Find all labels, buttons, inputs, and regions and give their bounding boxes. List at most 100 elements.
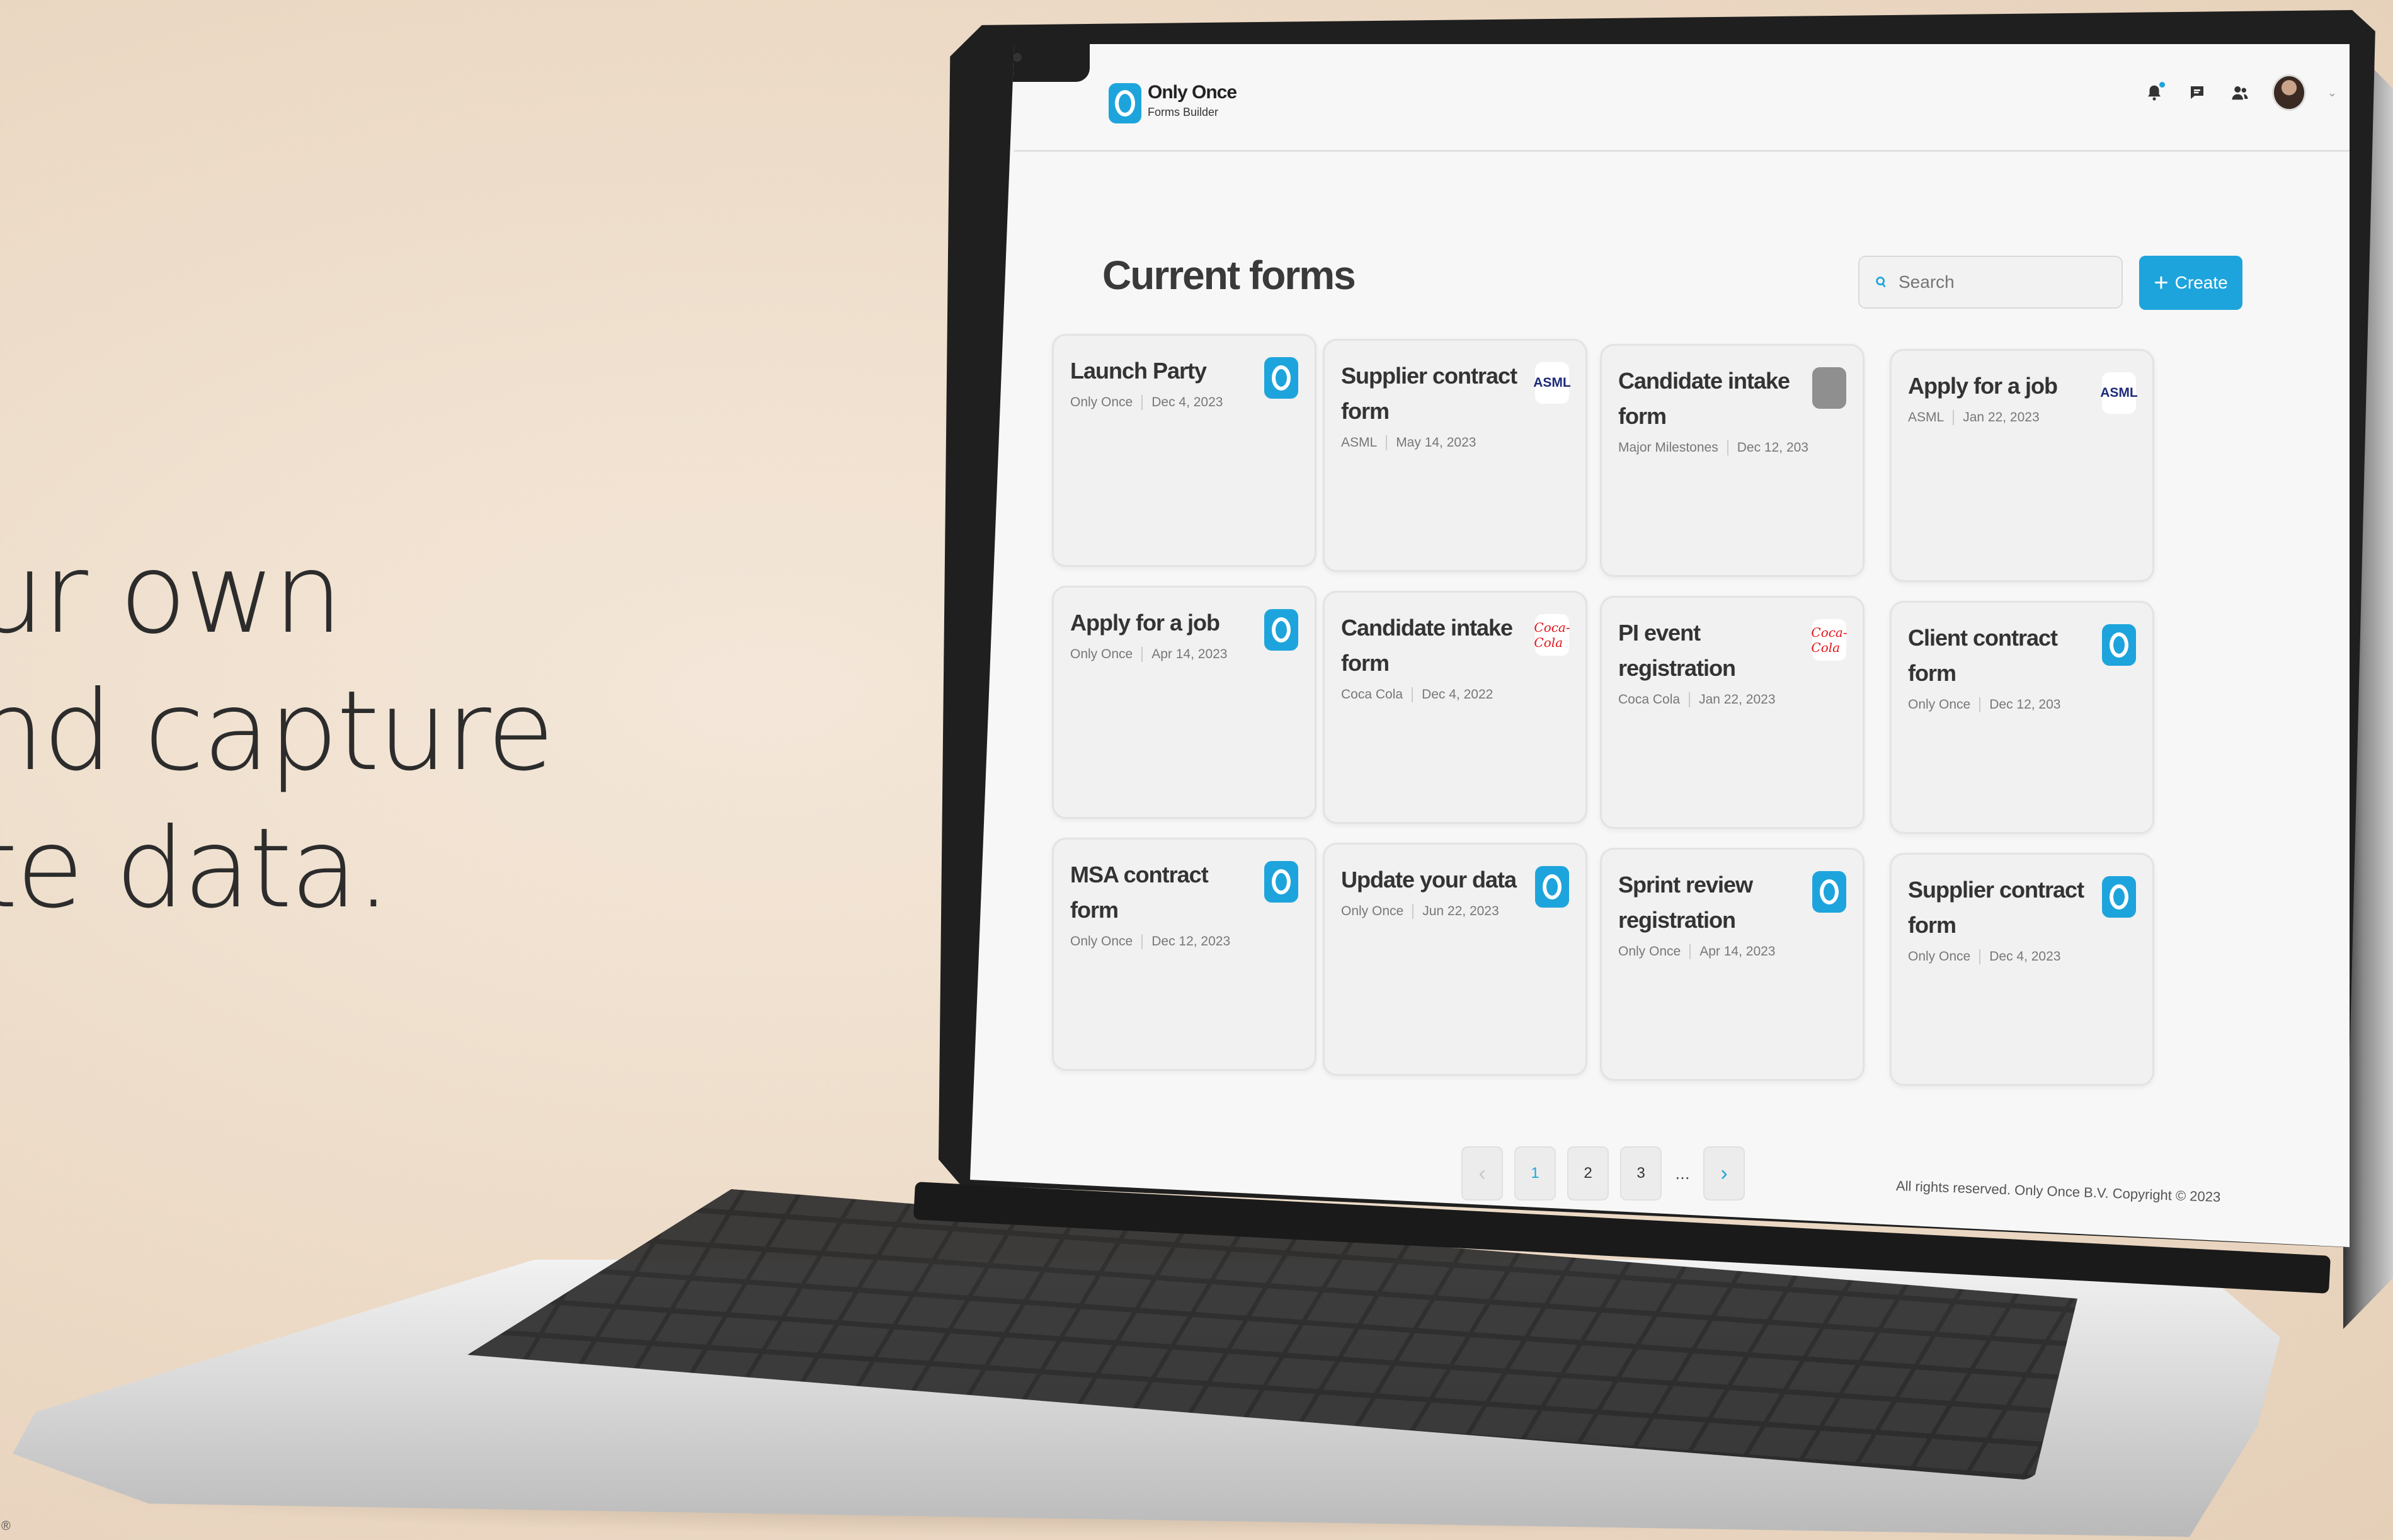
form-card-org: Only Once: [1070, 647, 1133, 661]
pagination-ellipsis: ...: [1675, 1163, 1690, 1183]
form-card[interactable]: Apply for a job Only Once Apr 14, 2023: [1052, 586, 1316, 819]
form-card-meta: Only Once Apr 14, 2023: [1070, 647, 1298, 662]
meta-divider: [1979, 949, 1981, 964]
form-card-meta: Only Once Dec 12, 203: [1908, 697, 2136, 712]
form-card[interactable]: Sprint review registration Only Once Apr 1…: [1600, 848, 1865, 1081]
brand-logo-icon[interactable]: [1109, 83, 1141, 123]
onlyonce-logo-icon: [1264, 357, 1298, 399]
tagline-line-2: nd capture: [0, 668, 554, 796]
form-card-org: Only Once: [1070, 934, 1133, 949]
form-card-date: Dec 12, 203: [1737, 440, 1808, 455]
chat-icon[interactable]: [2186, 82, 2208, 103]
tagline-line-1: ur own: [0, 530, 343, 658]
form-card-org: Only Once: [1908, 697, 1971, 712]
form-card-date: Dec 4, 2022: [1422, 687, 1493, 702]
meta-divider: [1386, 435, 1388, 450]
tagline-line-3: te data.: [0, 805, 391, 933]
form-card-meta: Only Once Dec 4, 2023: [1070, 395, 1298, 410]
chevron-down-icon[interactable]: ⌄: [2327, 86, 2337, 100]
onlyonce-logo-icon: [1264, 861, 1298, 903]
form-card[interactable]: MSA contract form Only Once Dec 12, 2023: [1052, 838, 1316, 1071]
form-card-title: Supplier contract form: [1908, 877, 2084, 938]
form-card-org: Only Once: [1618, 944, 1681, 959]
form-card-org: Coca Cola: [1618, 692, 1681, 707]
form-card-date: Jun 22, 2023: [1422, 904, 1499, 918]
users-icon[interactable]: [2229, 82, 2251, 103]
form-card-title: Update your data: [1341, 867, 1517, 893]
meta-divider: [1979, 697, 1981, 712]
form-card[interactable]: Update your data Only Once Jun 22, 2023: [1323, 843, 1587, 1076]
form-card-meta: Coca Cola Dec 4, 2022: [1341, 687, 1569, 702]
meta-divider: [1953, 410, 1955, 425]
form-card-meta: Only Once Apr 14, 2023: [1618, 944, 1846, 959]
form-card-title: PI event registration: [1618, 620, 1736, 681]
form-card-org: Coca Cola: [1341, 687, 1403, 702]
form-card-meta: Only Once Jun 22, 2023: [1341, 904, 1569, 919]
footer-copyright: All rights reserved. Only Once B.V. Copy…: [1895, 1178, 2221, 1205]
form-card-org: Major Milestones: [1618, 440, 1718, 455]
onlyonce-logo-icon: [2102, 624, 2136, 666]
meta-divider: [1727, 440, 1728, 455]
form-card[interactable]: Launch Party Only Once Dec 4, 2023: [1052, 334, 1316, 567]
form-card-org: Only Once: [1070, 395, 1133, 409]
notification-dot: [2159, 82, 2165, 88]
header-actions: ⌄: [2144, 74, 2337, 111]
search-input[interactable]: [1897, 271, 2114, 293]
form-card-title: Apply for a job: [1070, 610, 1220, 636]
form-card[interactable]: Candidate intake form Major Milestones Dec…: [1600, 344, 1865, 577]
meta-divider: [1689, 692, 1691, 707]
onlyonce-logo-icon: [1812, 871, 1846, 913]
form-card-date: Apr 14, 2023: [1699, 944, 1776, 959]
form-card-title: Candidate intake form: [1341, 615, 1513, 676]
form-card-date: Dec 4, 2023: [1989, 949, 2061, 964]
page-title: Current forms: [1102, 253, 1356, 298]
search-box[interactable]: [1858, 256, 2123, 309]
cocacola-logo: Coca-Cola: [1811, 619, 1848, 661]
search-icon: [1876, 277, 1886, 288]
form-card-title: Apply for a job: [1908, 373, 2058, 399]
create-button[interactable]: + Create: [2139, 256, 2242, 310]
form-card-title: Supplier contract form: [1341, 363, 1517, 424]
create-button-label: Create: [2174, 273, 2228, 292]
form-card-org: ASML: [1908, 410, 1945, 425]
brand-subtitle: Forms Builder: [1148, 106, 1219, 118]
prev-page-icon[interactable]: ‹: [1461, 1146, 1503, 1201]
majormilestones-logo-icon: [1812, 367, 1846, 409]
page-3-button[interactable]: 3: [1620, 1146, 1662, 1201]
form-card-meta: ASML Jan 22, 2023: [1908, 410, 2136, 425]
form-card[interactable]: Candidate intake form Coca Cola Dec 4, 202…: [1323, 591, 1587, 824]
bell-icon[interactable]: [2144, 82, 2165, 103]
form-card-title: Client contract form: [1908, 625, 2058, 686]
form-card-meta: ASML May 14, 2023: [1341, 435, 1569, 450]
app-header: Only Once Forms Builder ⌄: [1014, 44, 2350, 152]
brand-name: Only Once: [1148, 82, 1237, 103]
form-card[interactable]: Supplier contract form ASML May 14, 2023 AS…: [1323, 339, 1587, 572]
form-card-title: Sprint review registration: [1618, 872, 1753, 933]
meta-divider: [1412, 904, 1414, 919]
avatar[interactable]: [2271, 74, 2306, 111]
registered-mark: ®: [1, 1519, 11, 1533]
meta-divider: [1141, 395, 1143, 410]
page-2-button[interactable]: 2: [1567, 1146, 1609, 1201]
plus-icon: +: [2154, 269, 2169, 297]
asml-logo: ASML: [1533, 362, 1571, 404]
form-card-title: Launch Party: [1070, 358, 1207, 384]
onlyonce-logo-icon: [1264, 609, 1298, 651]
form-card-date: Jan 22, 2023: [1963, 410, 2040, 425]
form-card[interactable]: PI event registration Coca Cola Jan 22, 20…: [1600, 596, 1865, 829]
form-card[interactable]: Apply for a job ASML Jan 22, 2023 ASML: [1890, 349, 2154, 582]
form-card-meta: Major Milestones Dec 12, 203: [1618, 440, 1846, 455]
page-1-button[interactable]: 1: [1514, 1146, 1556, 1201]
form-card[interactable]: Client contract form Only Once Dec 12, 203: [1890, 601, 2154, 834]
laptop-screen: Only Once Forms Builder ⌄ Current forms …: [970, 44, 2350, 1247]
form-card-date: Jan 22, 2023: [1699, 692, 1776, 707]
form-card[interactable]: Supplier contract form Only Once Dec 4, 20…: [1890, 853, 2154, 1086]
meta-divider: [1412, 687, 1414, 702]
form-card-date: May 14, 2023: [1396, 435, 1476, 450]
form-card-date: Dec 12, 203: [1989, 697, 2061, 712]
meta-divider: [1689, 944, 1691, 959]
asml-logo: ASML: [2100, 372, 2138, 414]
next-page-icon[interactable]: ›: [1703, 1146, 1745, 1201]
form-card-org: Only Once: [1341, 904, 1404, 918]
meta-divider: [1141, 647, 1143, 662]
